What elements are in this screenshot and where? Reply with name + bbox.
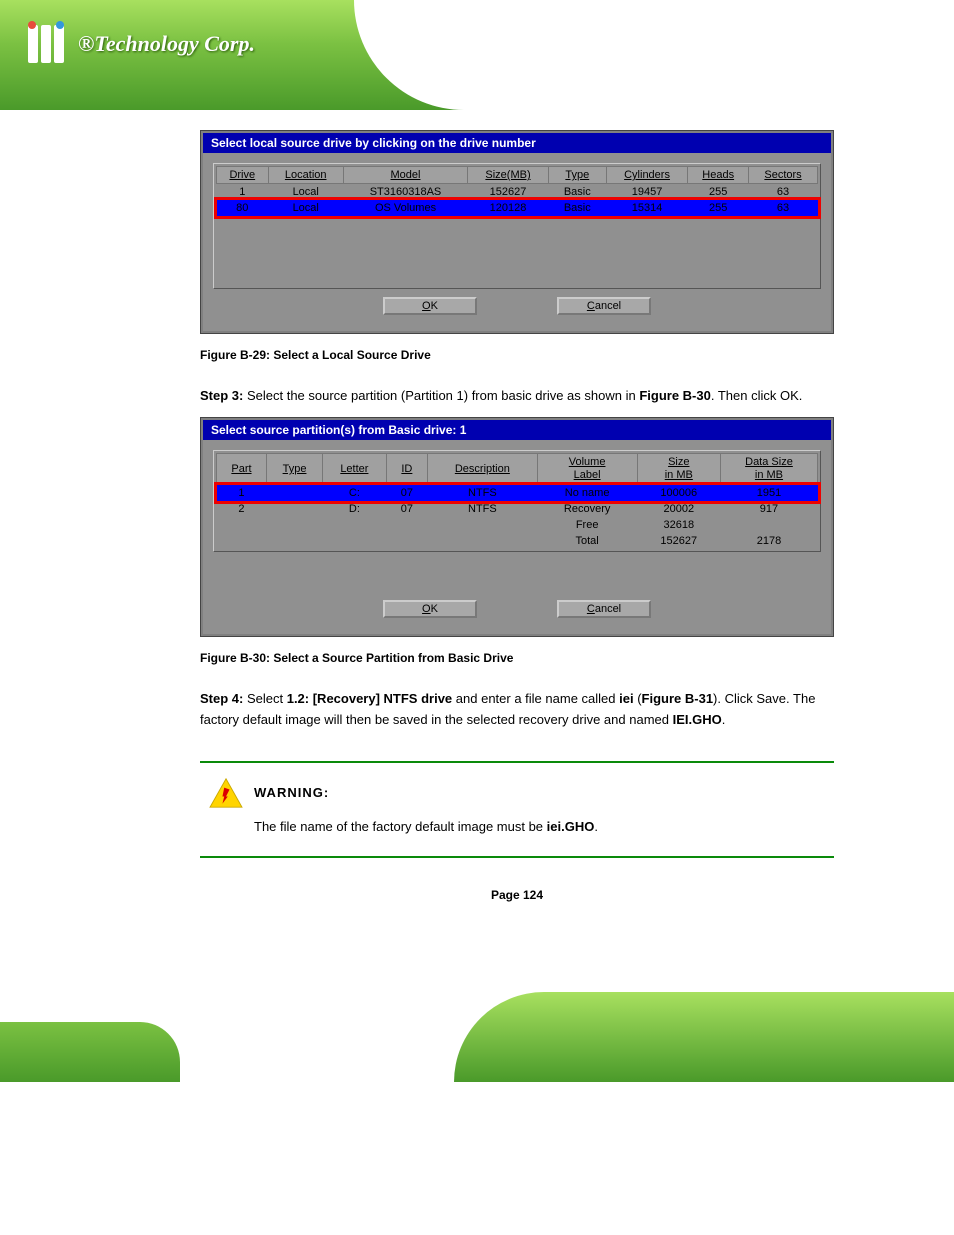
col-ptype[interactable]: Type xyxy=(266,453,322,484)
figure-caption: Figure B-30: Select a Source Partition f… xyxy=(200,651,834,665)
col-location[interactable]: Location xyxy=(268,167,343,184)
logo-glyph xyxy=(28,25,64,63)
partition-table: Part Type Letter ID Description VolumeLa… xyxy=(216,453,818,549)
step-4: Step 4: Select 1.2: [Recovery] NTFS driv… xyxy=(200,689,834,731)
col-model[interactable]: Model xyxy=(343,167,467,184)
warning-text: The file name of the factory default ima… xyxy=(254,817,826,838)
col-id[interactable]: ID xyxy=(386,453,427,484)
col-vlabel[interactable]: VolumeLabel xyxy=(537,453,637,484)
cancel-button[interactable]: Cancel xyxy=(557,600,651,618)
ok-button[interactable]: OK xyxy=(383,297,477,315)
col-cyl[interactable]: Cylinders xyxy=(606,167,688,184)
cancel-button[interactable]: Cancel xyxy=(557,297,651,315)
page-header: ®Technology Corp. xyxy=(0,0,954,110)
col-letter[interactable]: Letter xyxy=(323,453,387,484)
drive-table: Drive Location Model Size(MB) Type Cylin… xyxy=(216,166,818,216)
dialog-select-source-partition: Select source partition(s) from Basic dr… xyxy=(200,417,834,637)
step-3: Step 3: Select the source partition (Par… xyxy=(200,386,834,407)
figure-caption: Figure B-29: Select a Local Source Drive xyxy=(200,348,834,362)
dialog-title: Select local source drive by clicking on… xyxy=(203,133,831,153)
table-row[interactable]: 2 D: 07 NTFS Recovery 20002 917 xyxy=(217,501,818,517)
header-curve xyxy=(354,0,954,110)
table-row-selected[interactable]: 1 C: 07 NTFS No name 100006 1951 xyxy=(217,485,818,502)
warning-block: WARNING: The file name of the factory de… xyxy=(200,761,834,858)
warning-title: WARNING: xyxy=(254,785,329,800)
table-total-row: Total 152627 2178 xyxy=(217,533,818,549)
col-size[interactable]: Size(MB) xyxy=(468,167,549,184)
dialog-select-source-drive: Select local source drive by clicking on… xyxy=(200,130,834,334)
col-drive[interactable]: Drive xyxy=(217,167,269,184)
page-content: Select local source drive by clicking on… xyxy=(0,110,954,932)
ok-button[interactable]: OK xyxy=(383,600,477,618)
col-dsize[interactable]: Data Sizein MB xyxy=(720,453,817,484)
col-desc[interactable]: Description xyxy=(428,453,538,484)
dialog-title: Select source partition(s) from Basic dr… xyxy=(203,420,831,440)
col-type[interactable]: Type xyxy=(548,167,606,184)
col-sectors[interactable]: Sectors xyxy=(749,167,818,184)
col-psize[interactable]: Sizein MB xyxy=(637,453,720,484)
page-number: Page 124 xyxy=(200,888,834,902)
col-heads[interactable]: Heads xyxy=(688,167,749,184)
warning-icon xyxy=(208,777,244,809)
page-footer xyxy=(0,972,954,1082)
col-part[interactable]: Part xyxy=(217,453,267,484)
table-row[interactable]: 1 Local ST3160318AS 152627 Basic 19457 2… xyxy=(217,184,818,201)
logo: ®Technology Corp. xyxy=(28,25,255,63)
table-row-selected[interactable]: 80 Local OS Volumes 120128 Basic 15314 2… xyxy=(217,200,818,216)
brand-text: ®Technology Corp. xyxy=(78,31,255,57)
table-row: Free 32618 xyxy=(217,517,818,533)
